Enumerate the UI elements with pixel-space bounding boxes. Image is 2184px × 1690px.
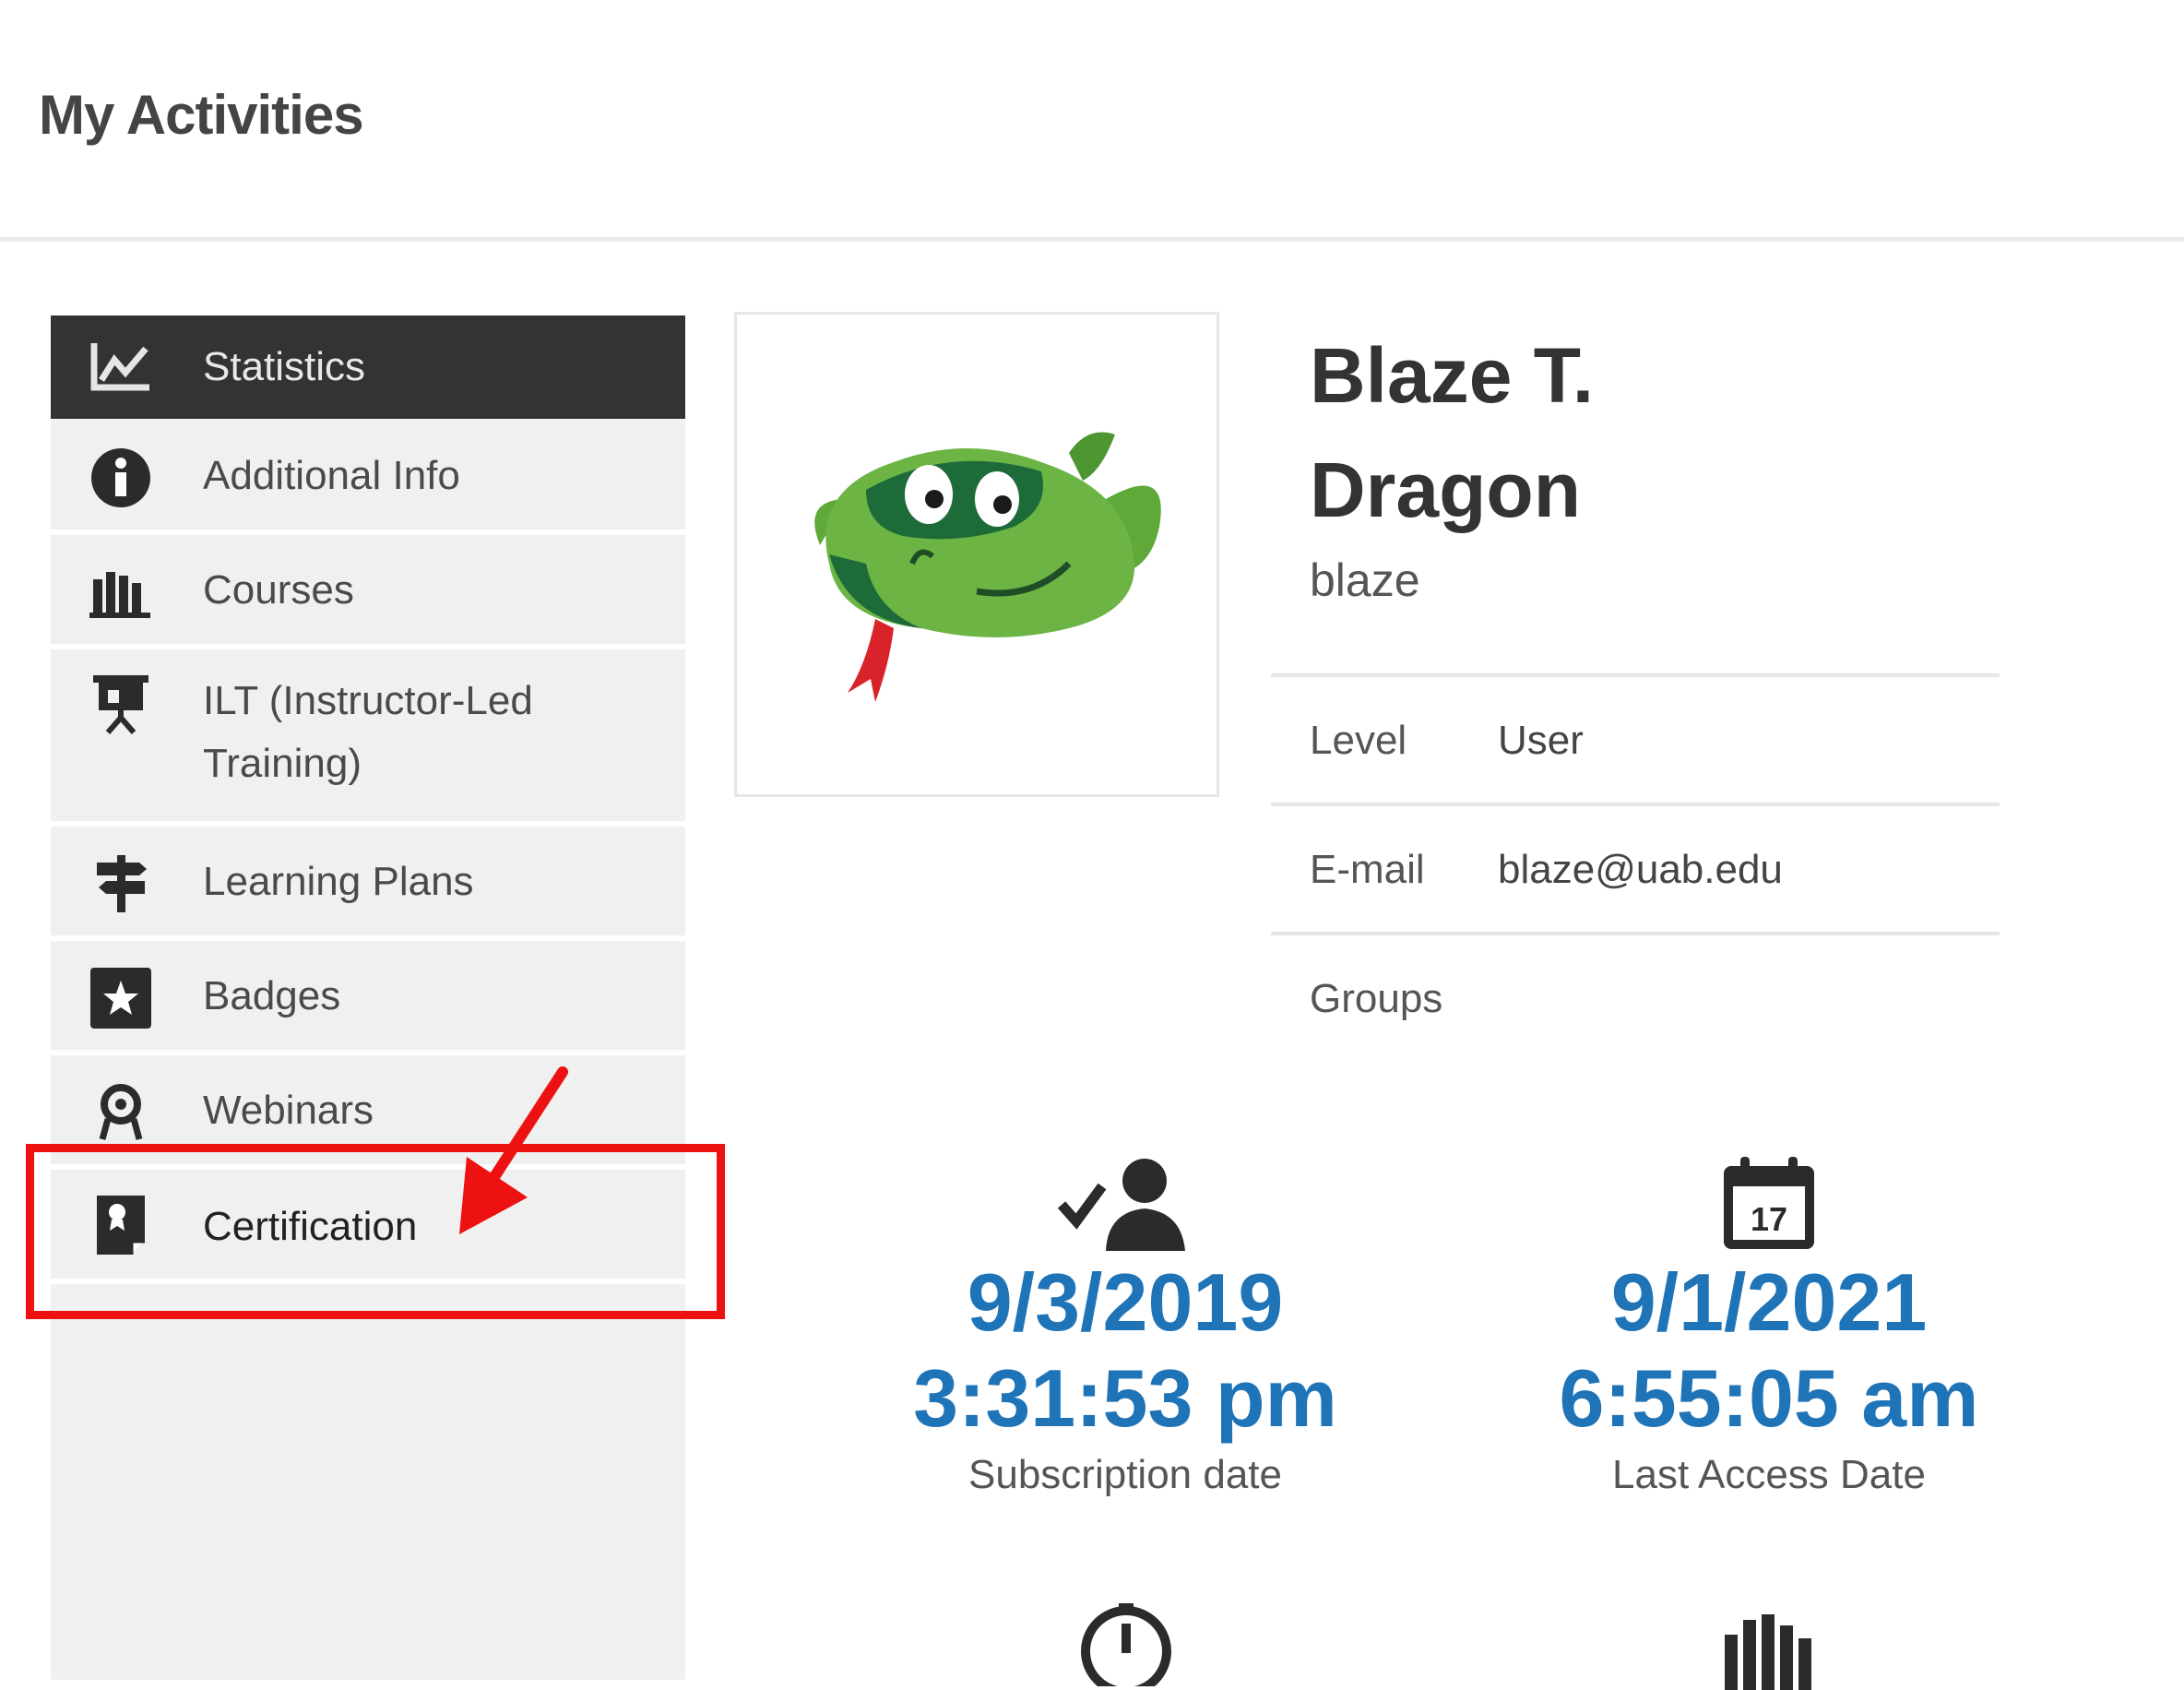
sidebar-item-statistics[interactable]: Statistics (51, 315, 685, 419)
sidebar-item-label: Statistics (203, 344, 366, 389)
field-label: E-mail (1310, 847, 1425, 892)
sidebar-item-additional-info[interactable]: Additional Info (51, 421, 685, 535)
library-icon (1725, 1614, 1811, 1690)
stat-date: 9/1/2021 (1610, 1256, 1928, 1348)
sidebar-item-ilt[interactable]: ILT (Instructor-Led Training) (51, 649, 685, 827)
field-label: Groups (1310, 976, 1443, 1021)
signpost-icon (88, 851, 154, 917)
profile-field-groups: Groups (1271, 932, 2000, 1061)
sidebar-item-learning-plans[interactable]: Learning Plans (51, 827, 685, 941)
stat-time: 6:55:05 am (1559, 1352, 1979, 1444)
field-label: Level (1310, 718, 1407, 763)
star-icon (88, 965, 154, 1031)
calendar-day-text: 17 (1751, 1200, 1787, 1238)
stat-date: 9/3/2019 (967, 1256, 1284, 1348)
calendar-icon: 17 (1724, 1157, 1814, 1249)
chart-icon (88, 334, 154, 400)
profile-avatar (734, 312, 1219, 797)
user-check-icon (1057, 1159, 1185, 1251)
stat-subscription-date: 9/3/2019 3:31:53 pm Subscription date (839, 1153, 1411, 1498)
field-value: User (1498, 718, 1584, 763)
sidebar-item-certification[interactable]: Certification (51, 1170, 685, 1284)
courses-icon (88, 559, 154, 625)
presentation-icon (88, 670, 154, 736)
page-title: My Activities (39, 84, 364, 146)
page-header: My Activities (0, 0, 2184, 242)
sidebar-item-label: Learning Plans (203, 859, 474, 904)
dragon-mascot-image (814, 432, 1161, 702)
stat-caption: Subscription date (968, 1452, 1282, 1497)
sidebar-item-courses[interactable]: Courses (51, 535, 685, 649)
sidebar-item-label: Certification (203, 1204, 418, 1249)
clock-icon (1081, 1603, 1171, 1686)
sidebar-item-label: Badges (203, 973, 341, 1018)
stat-last-access-date: 17 9/1/2021 6:55:05 am Last Access Date (1483, 1153, 2055, 1498)
profile-name: Blaze T. Dragon (1310, 332, 1595, 533)
stat-time: 3:31:53 pm (913, 1352, 1337, 1444)
profile-field-level: Level User (1271, 673, 2000, 803)
stat-caption: Last Access Date (1612, 1452, 1926, 1497)
profile-field-email: E-mail blaze@uab.edu (1271, 803, 2000, 932)
sidebar-item-label: Webinars (203, 1088, 374, 1133)
profile-username: blaze (1310, 554, 1420, 606)
field-value: blaze@uab.edu (1498, 847, 1783, 892)
sidebar-item-label: ILT (Instructor-Led Training) (203, 678, 533, 786)
sidebar-item-label: Additional Info (203, 453, 460, 498)
sidebar-item-badges[interactable]: Badges (51, 941, 685, 1055)
info-icon (88, 445, 154, 511)
sidebar-item-label: Courses (203, 567, 354, 613)
sidebar-nav: Statistics Additional Info Courses ILT (… (51, 315, 685, 1680)
webinar-icon (88, 1079, 154, 1146)
sidebar-item-webinars[interactable]: Webinars (51, 1055, 685, 1170)
certificate-icon (88, 1192, 154, 1258)
